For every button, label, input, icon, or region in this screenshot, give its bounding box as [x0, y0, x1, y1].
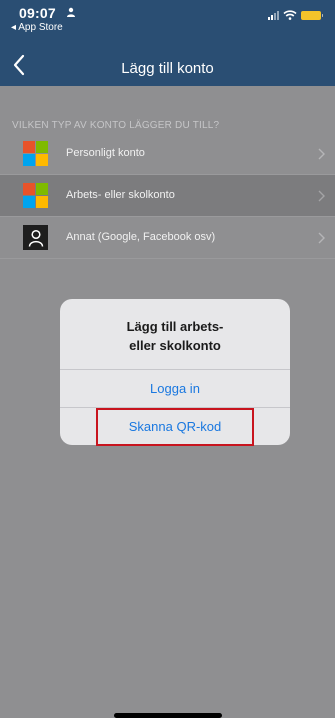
back-to-app-store-link[interactable]: ◂ App Store	[11, 22, 63, 33]
microsoft-logo-icon	[23, 183, 48, 208]
dialog-title: Lägg till arbets- eller skolkonto	[60, 317, 290, 355]
person-icon	[67, 7, 75, 17]
sign-in-button[interactable]: Logga in	[60, 370, 290, 407]
list-item-work-school-account[interactable]: Arbets- eller skolkonto	[0, 175, 335, 217]
person-icon	[23, 225, 48, 250]
battery-icon	[301, 10, 323, 20]
page-title: Lägg till konto	[121, 60, 214, 77]
dialog-title-line1: Lägg till arbets-	[126, 319, 224, 334]
navigation-bar: Lägg till konto	[0, 50, 335, 86]
dialog-title-line2: eller skolkonto	[129, 338, 221, 353]
highlight-box	[96, 408, 254, 446]
account-type-list: Personligt konto Arbets- eller skolkonto…	[0, 133, 335, 259]
chevron-right-icon	[318, 148, 325, 160]
top-bar: 09:07 ◂ App Store Lägg till konto	[0, 0, 335, 86]
status-icons	[268, 10, 323, 20]
list-item-label: Personligt konto	[66, 147, 145, 159]
chevron-right-icon	[318, 232, 325, 244]
list-item-label: Arbets- eller skolkonto	[66, 189, 175, 201]
status-time: 09:07	[19, 5, 56, 21]
list-item-label: Annat (Google, Facebook osv)	[66, 231, 216, 243]
status-bar: 09:07 ◂ App Store	[0, 0, 335, 44]
list-item-other-account[interactable]: Annat (Google, Facebook osv)	[0, 217, 335, 259]
chevron-right-icon	[318, 190, 325, 202]
list-item-personal-account[interactable]: Personligt konto	[0, 133, 335, 175]
microsoft-logo-icon	[23, 141, 48, 166]
section-header: VILKEN TYP AV KONTO LÄGGER DU TILL?	[12, 120, 220, 131]
home-indicator[interactable]	[114, 713, 222, 718]
cellular-signal-icon	[268, 10, 279, 20]
wifi-icon	[283, 10, 297, 20]
